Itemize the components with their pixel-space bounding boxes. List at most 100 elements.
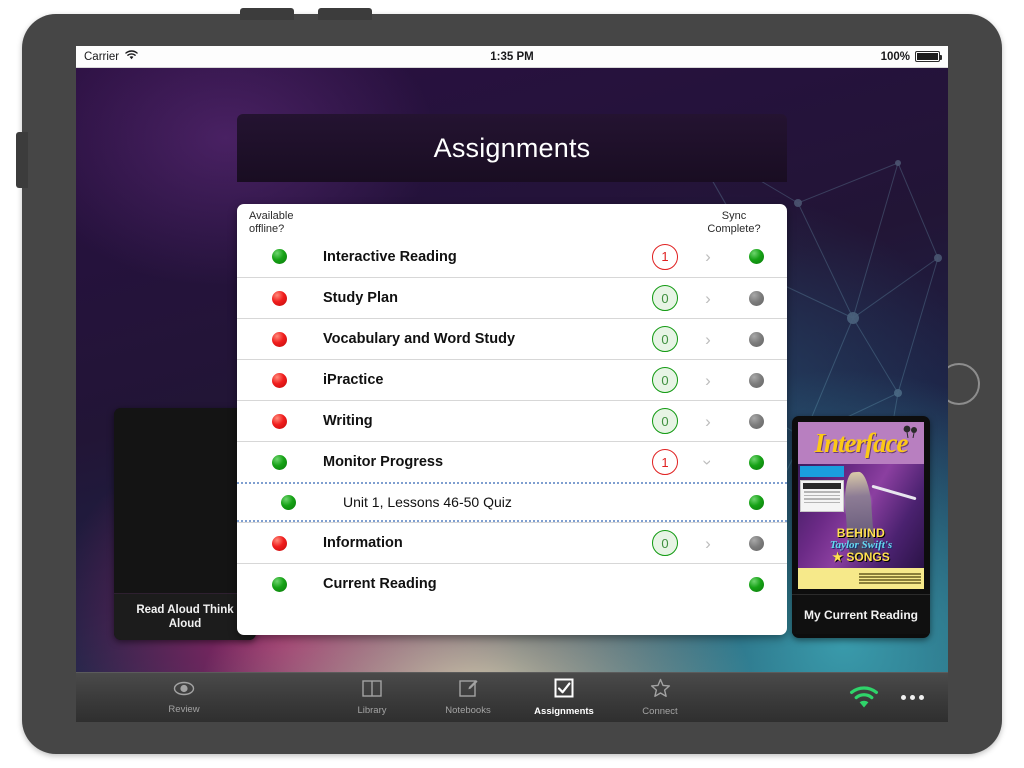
assignment-label: Writing (323, 413, 373, 429)
tab-library[interactable]: Library (324, 679, 420, 716)
disclosure-cell: › (691, 248, 725, 265)
sync-status-gray-dot-icon (748, 413, 764, 429)
available-offline-cell (237, 331, 321, 347)
bottom-tab-bar: Review Library Notebooks Assignments Con… (76, 672, 948, 722)
sync-status-green-dot-icon (748, 576, 764, 592)
offline-status-red-dot-icon (271, 331, 287, 347)
offline-status-red-dot-icon (271, 290, 287, 306)
assignment-row[interactable]: Writing 0 › (237, 400, 787, 441)
assignment-label: Information (323, 535, 403, 551)
volume-down-button[interactable] (318, 8, 372, 20)
available-offline-cell (237, 454, 321, 470)
assignment-row[interactable]: Vocabulary and Word Study 0 › (237, 318, 787, 359)
magazine-footer-strip (798, 568, 924, 589)
read-aloud-thumbnail-card[interactable]: Read Aloud Think Aloud (114, 408, 256, 640)
offline-status-green-dot-icon (271, 454, 287, 470)
chevron-right-icon[interactable]: › (705, 413, 711, 430)
battery-percent-label: 100% (880, 50, 910, 63)
column-header-sync-complete: Sync Complete? (691, 210, 787, 235)
tab-assignments-label: Assignments (534, 706, 594, 717)
sync-complete-cell (725, 576, 787, 592)
current-reading-card[interactable]: Interface BEHIND Taylor Swift's ★ SONGS … (792, 416, 930, 638)
available-offline-line1: Available (249, 210, 294, 222)
disclosure-cell: › (691, 290, 725, 307)
read-aloud-caption: Read Aloud Think Aloud (114, 593, 256, 640)
disclosure-cell: › (691, 413, 725, 430)
current-reading-caption: My Current Reading (792, 594, 930, 634)
available-offline-cell (237, 249, 321, 264)
tab-notebooks-label: Notebooks (445, 705, 491, 716)
offline-status-red-dot-icon (271, 413, 287, 429)
magazine-masthead: Interface (798, 422, 924, 464)
read-aloud-thumbnail-image (114, 408, 256, 593)
sync-complete-cell (725, 454, 787, 470)
disclosure-cell: › (691, 454, 725, 471)
chevron-right-icon[interactable]: › (705, 372, 711, 389)
sync-complete-cell (725, 535, 787, 551)
notebook-icon (458, 679, 478, 702)
headline-line-3: ★ SONGS (832, 550, 890, 564)
assignment-row[interactable]: Monitor Progress 1 › (237, 441, 787, 482)
assignment-count-cell: 1 (639, 243, 691, 270)
assignment-count-badge: 1 (652, 449, 678, 475)
magazine-headline: BEHIND Taylor Swift's ★ SONGS (798, 526, 924, 564)
disclosure-cell: › (691, 331, 725, 348)
volume-up-button[interactable] (240, 8, 294, 20)
assignment-count-cell: 0 (639, 530, 691, 556)
tab-connect[interactable]: Connect (612, 678, 708, 717)
headline-line-1: BEHIND (836, 526, 886, 540)
available-offline-cell (237, 494, 321, 510)
assignment-count-badge: 0 (652, 408, 678, 434)
available-offline-cell (237, 535, 321, 551)
chevron-right-icon[interactable]: › (705, 248, 711, 265)
sync-complete-cell (725, 494, 787, 510)
disclosure-cell: › (691, 372, 725, 389)
chevron-right-icon[interactable]: › (705, 331, 711, 348)
sync-status-green-dot-icon (748, 249, 764, 264)
chevron-down-icon[interactable]: › (698, 459, 717, 465)
tab-notebooks[interactable]: Notebooks (420, 679, 516, 716)
assignments-card: Available offline? Sync Complete? Intera… (237, 204, 787, 635)
assignment-count-badge: 0 (652, 367, 678, 393)
sync-complete-line2: Complete? (707, 222, 761, 235)
tab-review[interactable]: Review (136, 681, 232, 715)
assignment-row[interactable]: Current Reading (237, 563, 787, 604)
assignment-subrow[interactable]: Unit 1, Lessons 46-50 Quiz (237, 482, 787, 522)
available-offline-cell (237, 372, 321, 388)
star-icon (650, 678, 671, 703)
column-headers: Available offline? Sync Complete? (237, 204, 787, 236)
chevron-right-icon[interactable]: › (705, 535, 711, 552)
assignments-list: Interactive Reading 1 › Study Plan 0 › Vocabul… (237, 236, 787, 604)
tab-connect-label: Connect (642, 706, 678, 717)
assignment-count-badge: 0 (652, 285, 678, 311)
assignment-row[interactable]: Study Plan 0 › (237, 277, 787, 318)
tab-assignments[interactable]: Assignments (516, 678, 612, 717)
sync-status-gray-dot-icon (748, 331, 764, 347)
wifi-signal-icon[interactable] (849, 686, 879, 709)
assignment-label: Study Plan (323, 290, 398, 306)
more-dots-icon[interactable] (901, 695, 924, 700)
available-offline-cell (237, 290, 321, 306)
chevron-right-icon[interactable]: › (705, 290, 711, 307)
assignment-row[interactable]: iPractice 0 › (237, 359, 787, 400)
sync-status-gray-dot-icon (748, 535, 764, 551)
assignment-row[interactable]: Information 0 › (237, 522, 787, 563)
sync-complete-line1: Sync (721, 210, 747, 222)
assignment-count-cell: 0 (639, 408, 691, 434)
eye-icon (173, 681, 195, 701)
assignment-count-badge: 0 (652, 530, 678, 556)
column-header-available-offline: Available offline? (237, 210, 321, 235)
assignment-row[interactable]: Interactive Reading 1 › (237, 236, 787, 277)
status-time: 1:35 PM (490, 50, 534, 63)
assignment-count-cell: 1 (639, 449, 691, 475)
offline-status-red-dot-icon (271, 535, 287, 551)
assignment-count-cell: 0 (639, 367, 691, 393)
assignment-count-badge: 1 (652, 243, 678, 270)
assignments-header: Assignments (237, 114, 787, 182)
sync-complete-cell (725, 413, 787, 429)
read-aloud-caption-line2: Aloud (168, 618, 202, 630)
assignment-label: Current Reading (323, 576, 437, 592)
power-button[interactable] (16, 132, 28, 188)
battery-full-icon (915, 51, 942, 62)
offline-status-green-dot-icon (271, 576, 287, 592)
